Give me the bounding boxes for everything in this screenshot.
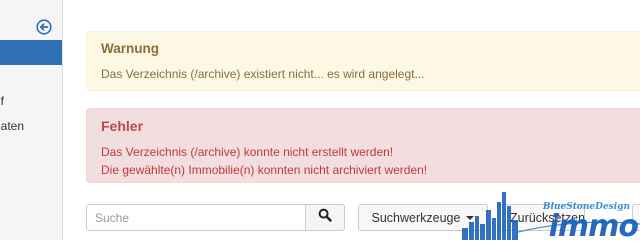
sidebar-item-1[interactable]: uf	[0, 94, 4, 108]
search-button[interactable]	[305, 204, 345, 231]
sidebar-item-active[interactable]	[0, 40, 62, 65]
warning-alert: Warnung Das Verzeichnis (/archive) exist…	[86, 31, 640, 91]
search-tools-label: Suchwerkzeuge	[371, 210, 461, 225]
caret-down-icon	[466, 215, 475, 220]
error-alert: Fehler Das Verzeichnis (/archive) konnte…	[86, 108, 640, 183]
extra-toolbar-button[interactable]	[632, 204, 640, 231]
warning-heading: Warnung	[101, 41, 159, 56]
collapse-sidebar-icon[interactable]	[36, 19, 52, 35]
reset-button[interactable]: Zurücksetzen	[497, 204, 585, 231]
reset-label: Zurücksetzen	[510, 210, 585, 225]
warning-message: Das Verzeichnis (/archive) existiert nic…	[101, 67, 425, 81]
search-input[interactable]	[86, 204, 306, 231]
search-icon	[318, 208, 332, 227]
sidebar-item-2[interactable]: naten	[0, 119, 24, 133]
error-message-2: Die gewählte(n) Immobilie(n) konnten nic…	[101, 163, 428, 177]
sidebar: uf naten	[0, 0, 63, 240]
search-tools-button[interactable]: Suchwerkzeuge	[358, 204, 488, 231]
error-heading: Fehler	[101, 118, 144, 134]
error-message-1: Das Verzeichnis (/archive) konnte nicht …	[101, 145, 394, 159]
